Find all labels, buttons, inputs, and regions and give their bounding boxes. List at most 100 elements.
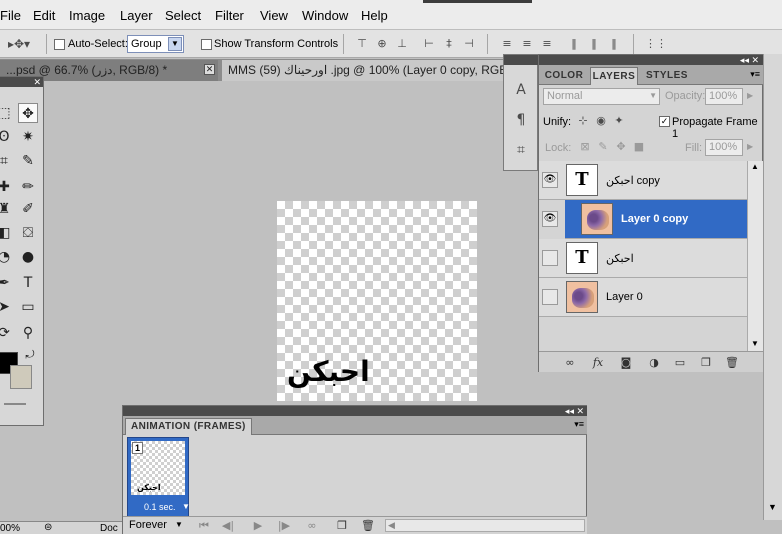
tab-styles[interactable]: STYLES (642, 67, 692, 85)
animation-frame[interactable]: 1 احبكن 0.1 sec. ▼ (127, 437, 190, 517)
scroll-left-icon[interactable]: ◀ (388, 520, 395, 531)
delete-frame-icon[interactable]: 🗑 (361, 519, 375, 532)
layer-row[interactable]: 👁 T احبكن copy (539, 161, 747, 200)
visibility-toggle-empty[interactable] (542, 250, 558, 266)
menu-edit[interactable]: Edit (33, 8, 55, 23)
layer-row[interactable]: Layer 0 copy (565, 200, 747, 239)
unify-position-icon[interactable]: ⊹ (575, 114, 591, 128)
magic-wand-tool-icon[interactable]: ✷ (18, 127, 38, 147)
align-hcenter-icon[interactable]: ‡ (441, 37, 457, 51)
panel-header[interactable] (504, 55, 538, 65)
opacity-field[interactable]: 100% (705, 88, 743, 105)
align-left-icon[interactable]: ⊢ (421, 37, 437, 51)
lock-pixels-icon[interactable]: ✎ (595, 140, 611, 154)
frames-scrollbar[interactable]: ◀ (385, 519, 585, 532)
collapse-icon[interactable]: ◂◂ ✕ (740, 55, 759, 65)
distribute-bottom-icon[interactable]: ≡ (539, 37, 555, 51)
marquee-tool-icon[interactable]: ⬚ (0, 103, 14, 123)
distribute-top-icon[interactable]: ≡ (499, 37, 515, 51)
auto-align-icon[interactable]: ⋮⋮ (645, 37, 667, 51)
unify-style-icon[interactable]: ✦ (611, 114, 627, 128)
next-frame-icon[interactable]: |▶ (277, 519, 291, 532)
path-selection-tool-icon[interactable]: ➤ (0, 297, 14, 317)
scroll-down-icon[interactable]: ▼ (768, 502, 777, 512)
auto-select-dropdown[interactable]: Group ▼ (127, 35, 184, 53)
show-transform-checkbox[interactable] (201, 39, 212, 50)
visibility-eye-icon[interactable]: 👁 (542, 172, 558, 188)
move-tool-preset-icon[interactable]: ▸✥▾ (6, 37, 32, 51)
panel-header[interactable]: ◂◂ ✕ (539, 55, 763, 65)
status-menu-icon[interactable]: ⊜ (44, 522, 52, 533)
play-icon[interactable]: ▶ (251, 519, 265, 532)
3d-rotate-tool-icon[interactable]: ⟳ (0, 323, 14, 343)
dodge-tool-icon[interactable]: ● (18, 247, 38, 267)
close-icon[interactable]: ✕ (33, 77, 41, 87)
menu-layer[interactable]: Layer (120, 8, 153, 23)
chevron-down-icon[interactable]: ▼ (175, 520, 183, 529)
chevron-right-icon[interactable]: ▶ (747, 142, 753, 151)
zoom-tool-icon[interactable]: ⚲ (18, 323, 38, 343)
previous-frame-icon[interactable]: ◀| (221, 519, 235, 532)
frame-delay[interactable]: 0.1 sec. (144, 502, 176, 512)
panel-menu-icon[interactable]: ▾≡ (750, 69, 760, 80)
trash-icon[interactable]: 🗑 (725, 356, 739, 369)
unify-visibility-icon[interactable]: ◉ (593, 114, 609, 128)
align-vcenter-icon[interactable]: ⊕ (374, 37, 390, 51)
propagate-frame-checkbox[interactable]: ✓ (659, 116, 670, 127)
layer-mask-icon[interactable]: ◙ (619, 356, 633, 369)
menu-filter[interactable]: Filter (215, 8, 244, 23)
distribute-vcenter-icon[interactable]: ≡ (519, 37, 535, 51)
blur-tool-icon[interactable]: ◔ (0, 247, 14, 267)
swap-colors-icon[interactable]: ⤾ (20, 345, 40, 365)
history-brush-tool-icon[interactable]: ✐ (18, 199, 38, 219)
auto-select-checkbox[interactable] (54, 39, 65, 50)
healing-tool-icon[interactable]: ✚ (0, 177, 14, 197)
panel-menu-icon[interactable]: ▾≡ (574, 419, 584, 430)
scroll-up-icon[interactable]: ▲ (751, 162, 759, 171)
menu-view[interactable]: View (260, 8, 288, 23)
tab-document-jpg[interactable]: MMS (59) اورحيناك .jpg @ 100% (Layer 0 c… (222, 60, 504, 81)
fill-field[interactable]: 100% (705, 139, 743, 156)
menu-image[interactable]: Image (69, 8, 105, 23)
new-group-icon[interactable]: ▭ (673, 356, 687, 369)
paragraph-panel-icon[interactable]: ¶ (513, 113, 529, 127)
scroll-down-icon[interactable]: ▼ (751, 339, 759, 348)
layer-style-icon[interactable]: fx (591, 356, 605, 369)
chevron-down-icon[interactable]: ▼ (182, 502, 190, 511)
align-right-icon[interactable]: ⊣ (461, 37, 477, 51)
menu-window[interactable]: Window (302, 8, 348, 23)
shape-tool-icon[interactable]: ▭ (18, 297, 38, 317)
stamp-tool-icon[interactable]: ♜ (0, 199, 14, 219)
align-bottom-icon[interactable]: ⊥ (394, 37, 410, 51)
paint-bucket-tool-icon[interactable]: ⛋ (18, 223, 38, 243)
window-scrollbar[interactable]: ▼ (763, 54, 782, 520)
background-color-swatch[interactable] (10, 365, 32, 389)
crop-tool-icon[interactable]: ⌗ (0, 151, 14, 171)
close-icon[interactable]: ✕ (204, 64, 215, 75)
layer-row[interactable]: T احبكن (539, 239, 747, 278)
link-layers-icon[interactable]: ∞ (563, 356, 577, 369)
tab-color[interactable]: COLOR (542, 67, 586, 85)
align-top-icon[interactable]: ⊤ (354, 37, 370, 51)
layers-scrollbar[interactable]: ▲ ▼ (747, 161, 763, 351)
duplicate-frame-icon[interactable]: ❐ (335, 519, 349, 532)
tab-layers[interactable]: LAYERS (590, 67, 638, 85)
menu-file[interactable]: File (0, 8, 21, 23)
collapse-close-icon[interactable]: ◂◂ ✕ (565, 406, 584, 416)
document-canvas[interactable]: احبكن (277, 201, 477, 401)
distribute-hcenter-icon[interactable]: ‖ (586, 37, 602, 51)
lock-all-icon[interactable]: ■ (631, 140, 647, 154)
lasso-tool-icon[interactable]: ʘ (0, 127, 14, 147)
clone-source-icon[interactable]: ⌗ (513, 143, 529, 157)
blend-mode-select[interactable]: Normal ▼ (543, 88, 660, 105)
menu-help[interactable]: Help (361, 8, 388, 23)
lock-position-icon[interactable]: ✥ (613, 140, 629, 154)
eyedropper-tool-icon[interactable]: ✎ (18, 151, 38, 171)
eraser-tool-icon[interactable]: ◧ (0, 223, 14, 243)
move-tool-icon[interactable]: ✥ (18, 103, 38, 123)
adjustment-layer-icon[interactable]: ◑ (647, 356, 661, 369)
new-layer-icon[interactable]: ❐ (699, 356, 713, 369)
type-tool-icon[interactable]: T (18, 273, 38, 293)
character-panel-icon[interactable]: A (513, 83, 529, 97)
zoom-level[interactable]: 00% (0, 523, 20, 534)
